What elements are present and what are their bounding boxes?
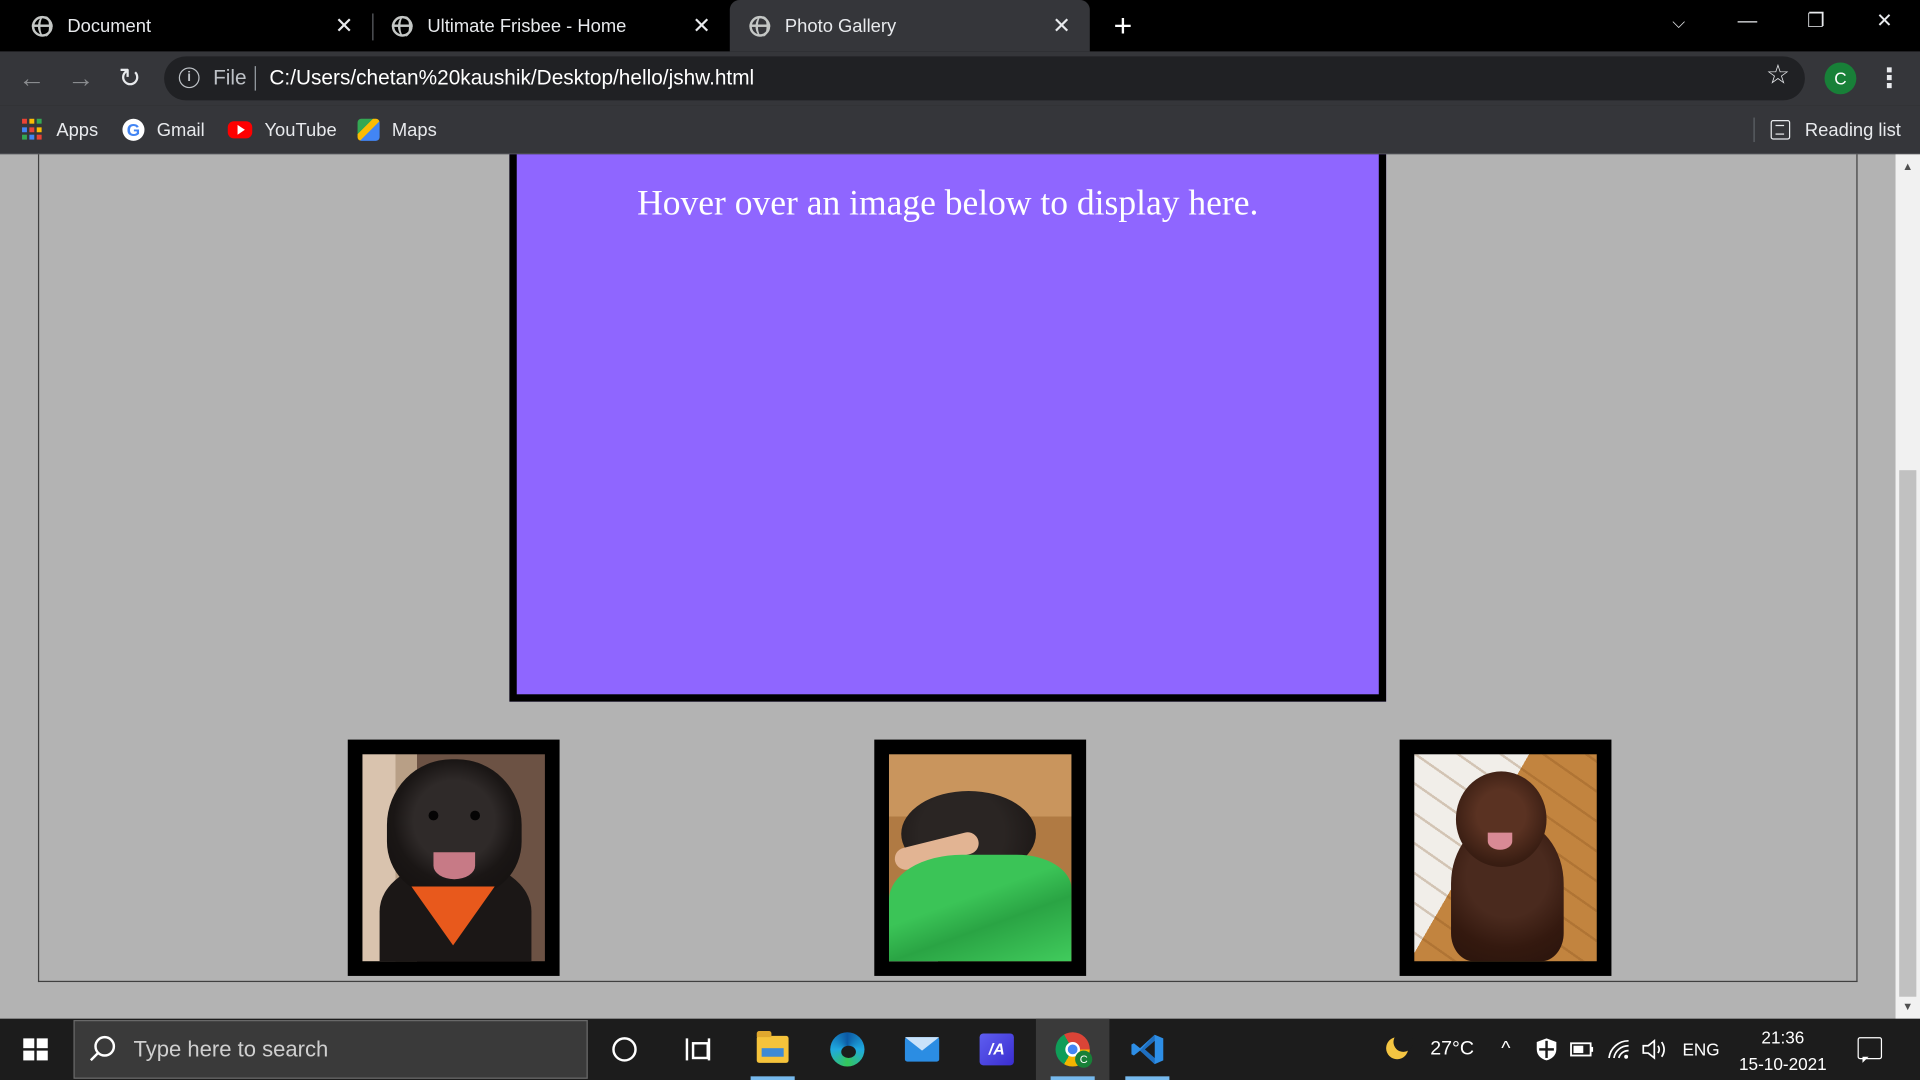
tab-strip: Document ✕ Ultimate Frisbee - Home ✕ Pho… (0, 0, 1920, 52)
weather-icon[interactable] (1381, 1032, 1414, 1064)
menu-icon[interactable]: ⋮ (1876, 61, 1903, 95)
image-display-box: Hover over an image below to display her… (509, 154, 1387, 702)
volume-icon[interactable] (1641, 1037, 1668, 1061)
battery-icon[interactable] (1570, 1041, 1594, 1058)
tab-document[interactable]: Document ✕ (12, 0, 372, 51)
close-window-button[interactable]: ✕ (1850, 0, 1919, 44)
tab-title: Document (67, 15, 152, 37)
close-tab-icon[interactable]: ✕ (1051, 15, 1073, 37)
edge-icon (830, 1032, 865, 1067)
forward-button[interactable]: → (64, 61, 98, 95)
file-explorer-button[interactable] (736, 1019, 809, 1080)
browser-toolbar: ← → ↻ i File C:/Users/chetan%20kaushik/D… (0, 51, 1920, 106)
bookmark-apps[interactable]: Apps (22, 115, 98, 144)
site-info-icon[interactable]: i (178, 67, 200, 89)
bookmark-label: YouTube (264, 119, 337, 141)
temperature[interactable]: 27°C (1430, 1019, 1474, 1080)
tab-title: Ultimate Frisbee - Home (427, 15, 627, 37)
reading-list-icon (1770, 120, 1791, 140)
minimize-button[interactable]: — (1713, 0, 1782, 44)
url-text[interactable]: C:/Users/chetan%20kaushik/Desktop/hello/… (269, 66, 754, 90)
search-placeholder: Type here to search (133, 1037, 329, 1062)
defender-shield-icon[interactable] (1536, 1037, 1558, 1061)
bookmarks-divider (1753, 117, 1755, 143)
edge-button[interactable] (811, 1019, 884, 1080)
bookmark-gmail[interactable]: G Gmail (122, 115, 205, 144)
bookmark-star-icon[interactable]: ☆ (1763, 59, 1792, 89)
maps-icon (357, 118, 380, 141)
profile-avatar[interactable]: C (1824, 62, 1857, 95)
tray-chevron-icon[interactable]: ^ (1501, 1019, 1510, 1080)
notification-icon[interactable] (1857, 1037, 1883, 1063)
gallery-thumbnail[interactable] (1399, 739, 1612, 976)
vscode-icon (1131, 1034, 1164, 1065)
close-tab-icon[interactable]: ✕ (691, 15, 713, 37)
youtube-icon (227, 121, 253, 139)
profile-badge: C (1075, 1050, 1093, 1068)
dog-bandana-photo[interactable] (362, 754, 545, 962)
cortana-icon (612, 1037, 637, 1062)
chrome-button[interactable]: C (1035, 1018, 1110, 1080)
clock-time: 21:36 (1761, 1027, 1805, 1047)
boy-hugging-dog-photo[interactable] (888, 754, 1072, 962)
app-icon: /A (979, 1033, 1014, 1066)
task-view-icon (685, 1038, 711, 1061)
bookmarks-bar: Apps G Gmail YouTube Maps Reading list (0, 105, 1920, 155)
brown-dog-sitting-photo[interactable] (1414, 754, 1597, 962)
google-icon: G (122, 118, 145, 141)
cortana-button[interactable] (588, 1019, 661, 1080)
start-button[interactable] (0, 1019, 71, 1080)
bookmark-label: Apps (56, 119, 99, 141)
close-tab-icon[interactable]: ✕ (333, 15, 355, 37)
folder-icon (756, 1031, 789, 1063)
tab-photo-gallery[interactable]: Photo Gallery ✕ (729, 0, 1090, 52)
scroll-down-arrow[interactable]: ▼ (1896, 997, 1920, 1017)
app-button[interactable]: /A (961, 1019, 1034, 1080)
scheme-label: File (213, 66, 247, 90)
new-tab-button[interactable]: + (1107, 10, 1139, 42)
gallery-thumbnail[interactable] (874, 739, 1087, 976)
display-instructions: Hover over an image below to display her… (637, 183, 1259, 223)
mail-icon (904, 1037, 940, 1062)
globe-icon (391, 15, 413, 37)
taskbar-search[interactable]: Type here to search (73, 1020, 588, 1079)
vscode-button[interactable] (1111, 1019, 1184, 1080)
tab-search-button[interactable]: ⌵ (1645, 0, 1714, 44)
task-view-button[interactable] (661, 1019, 734, 1080)
desktop-screen: Document ✕ Ultimate Frisbee - Home ✕ Pho… (0, 0, 1920, 1080)
search-icon (94, 1035, 116, 1057)
globe-icon (749, 15, 771, 37)
reading-list-button[interactable]: Reading list (1770, 115, 1901, 144)
tab-ultimate-frisbee[interactable]: Ultimate Frisbee - Home ✕ (372, 0, 730, 51)
clock-date: 15-10-2021 (1739, 1054, 1827, 1074)
tab-title: Photo Gallery (784, 15, 897, 37)
scrollbar-thumb[interactable] (1899, 470, 1917, 997)
address-bar[interactable]: i File C:/Users/chetan%20kaushik/Desktop… (164, 56, 1805, 101)
windows-logo-icon (23, 1038, 48, 1061)
globe-icon (31, 15, 53, 37)
omnibox-divider (254, 66, 256, 91)
reading-list-label: Reading list (1804, 119, 1901, 141)
clock[interactable]: 21:36 15-10-2021 (1731, 1024, 1834, 1078)
restore-button[interactable]: ❐ (1782, 0, 1851, 44)
apps-grid-icon (22, 118, 44, 141)
back-button[interactable]: ← (15, 61, 49, 95)
vertical-scrollbar[interactable]: ▲ ▼ (1895, 154, 1920, 1019)
bookmark-maps[interactable]: Maps (357, 115, 437, 144)
gallery-thumbnail[interactable] (347, 739, 560, 976)
page-viewport: Hover over an image below to display her… (0, 154, 1920, 1019)
scroll-up-arrow[interactable]: ▲ (1896, 157, 1920, 177)
bookmark-youtube[interactable]: YouTube (227, 115, 337, 144)
windows-taskbar: Type here to search /A C 27°C ^ ENG 21:3… (0, 1018, 1920, 1080)
wifi-icon[interactable] (1607, 1037, 1634, 1061)
mail-button[interactable] (885, 1019, 958, 1080)
language-indicator[interactable]: ENG (1682, 1019, 1719, 1080)
bookmark-label: Gmail (156, 119, 205, 141)
bookmark-label: Maps (391, 119, 437, 141)
reload-button[interactable]: ↻ (113, 61, 147, 95)
